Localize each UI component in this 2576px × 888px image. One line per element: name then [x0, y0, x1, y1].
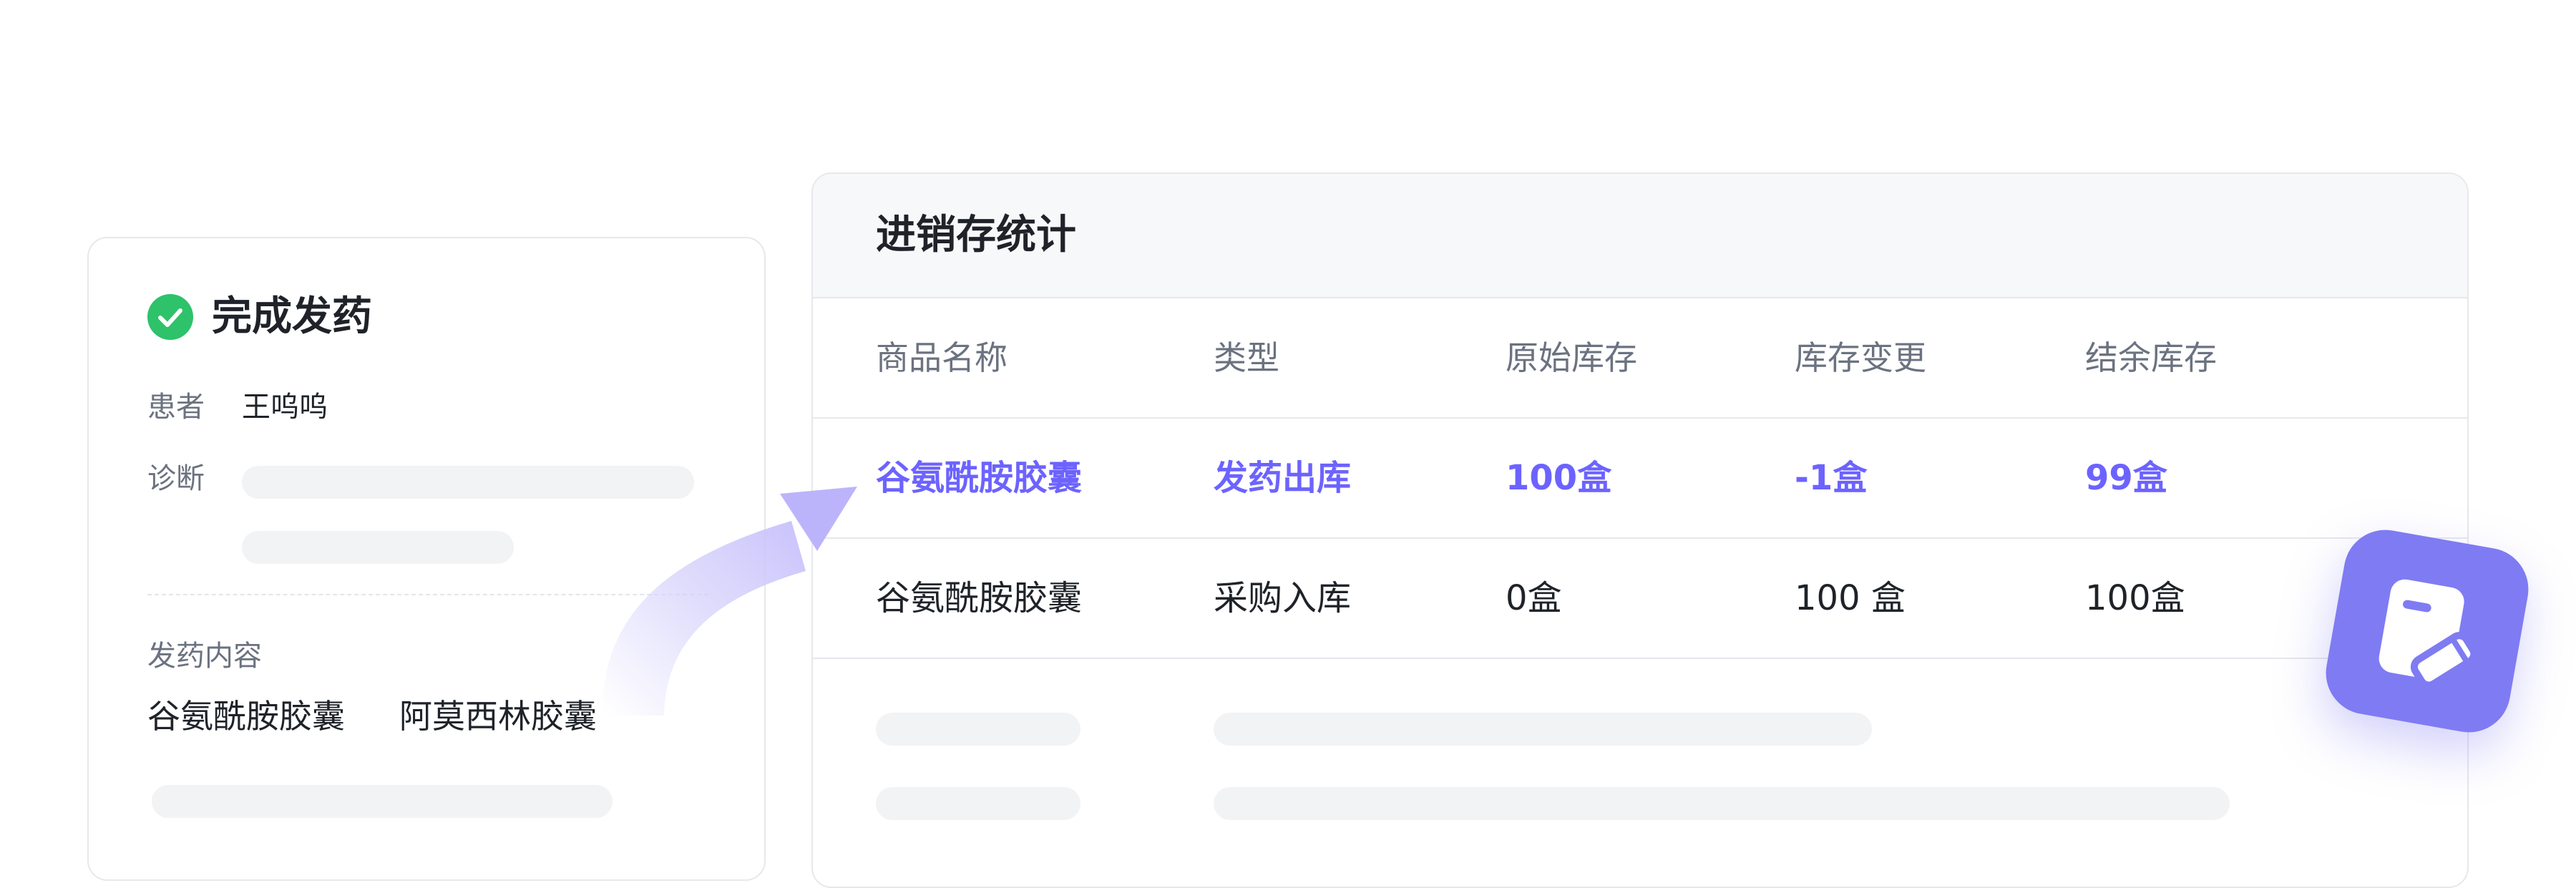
row-placeholder-short [876, 713, 1080, 746]
column-header-balance-stock: 结余库存 [2085, 338, 2217, 377]
check-circle-icon [147, 294, 193, 340]
content-label: 发药内容 [147, 640, 262, 673]
cell-stock-change: -1盒 [1795, 458, 1868, 498]
cell-name: 谷氨酰胺胶囊 [876, 578, 1083, 618]
inventory-table-title: 进销存统计 [876, 212, 1076, 258]
column-header-name: 商品名称 [876, 338, 1008, 377]
cell-type: 采购入库 [1214, 578, 1352, 618]
cell-type: 发药出库 [1214, 458, 1352, 498]
dispense-card-title: 完成发药 [212, 293, 372, 340]
row-placeholder-short [876, 787, 1080, 820]
column-header-stock-change: 库存变更 [1795, 338, 1926, 377]
table-row[interactable]: 谷氨酰胺胶囊 采购入库 0盒 100 盒 100盒 [813, 539, 2467, 659]
cell-original-stock: 0盒 [1506, 578, 1562, 618]
row-placeholder-long [1214, 713, 1872, 746]
content-placeholder-line [152, 785, 613, 818]
section-divider [147, 594, 708, 595]
medication-item: 阿莫西林胶囊 [399, 697, 597, 736]
cell-name: 谷氨酰胺胶囊 [876, 458, 1083, 498]
cell-balance-stock: 100盒 [2085, 578, 2185, 618]
inventory-table-card: 进销存统计 商品名称 类型 原始库存 库存变更 结余库存 谷氨酰胺胶囊 发药出库… [811, 172, 2469, 888]
diagnosis-placeholder-line-1 [242, 466, 694, 499]
dispense-card: 完成发药 患者 王呜呜 诊断 发药内容 谷氨酰胺胶囊 阿莫西林胶囊 [87, 237, 766, 881]
diagnosis-placeholder-line-2 [242, 531, 514, 564]
table-row[interactable]: 谷氨酰胺胶囊 发药出库 100盒 -1盒 99盒 [813, 419, 2467, 539]
edit-document-icon [2379, 579, 2478, 689]
cell-stock-change: 100 盒 [1795, 578, 1906, 618]
cell-balance-stock: 99盒 [2085, 458, 2167, 498]
medication-item: 谷氨酰胺胶囊 [147, 697, 345, 736]
cell-original-stock: 100盒 [1506, 458, 1612, 498]
diagnosis-label: 诊断 [147, 462, 205, 495]
patient-label: 患者 [147, 391, 205, 424]
table-header-row: 商品名称 类型 原始库存 库存变更 结余库存 [813, 298, 2467, 419]
dispense-card-header: 完成发药 [147, 294, 372, 340]
column-header-type: 类型 [1214, 338, 1279, 377]
edit-document-badge [2319, 523, 2535, 739]
patient-name: 王呜呜 [242, 391, 328, 424]
column-header-original-stock: 原始库存 [1506, 338, 1637, 377]
inventory-table-header-bar: 进销存统计 [813, 174, 2467, 298]
row-placeholder-long [1214, 787, 2230, 820]
